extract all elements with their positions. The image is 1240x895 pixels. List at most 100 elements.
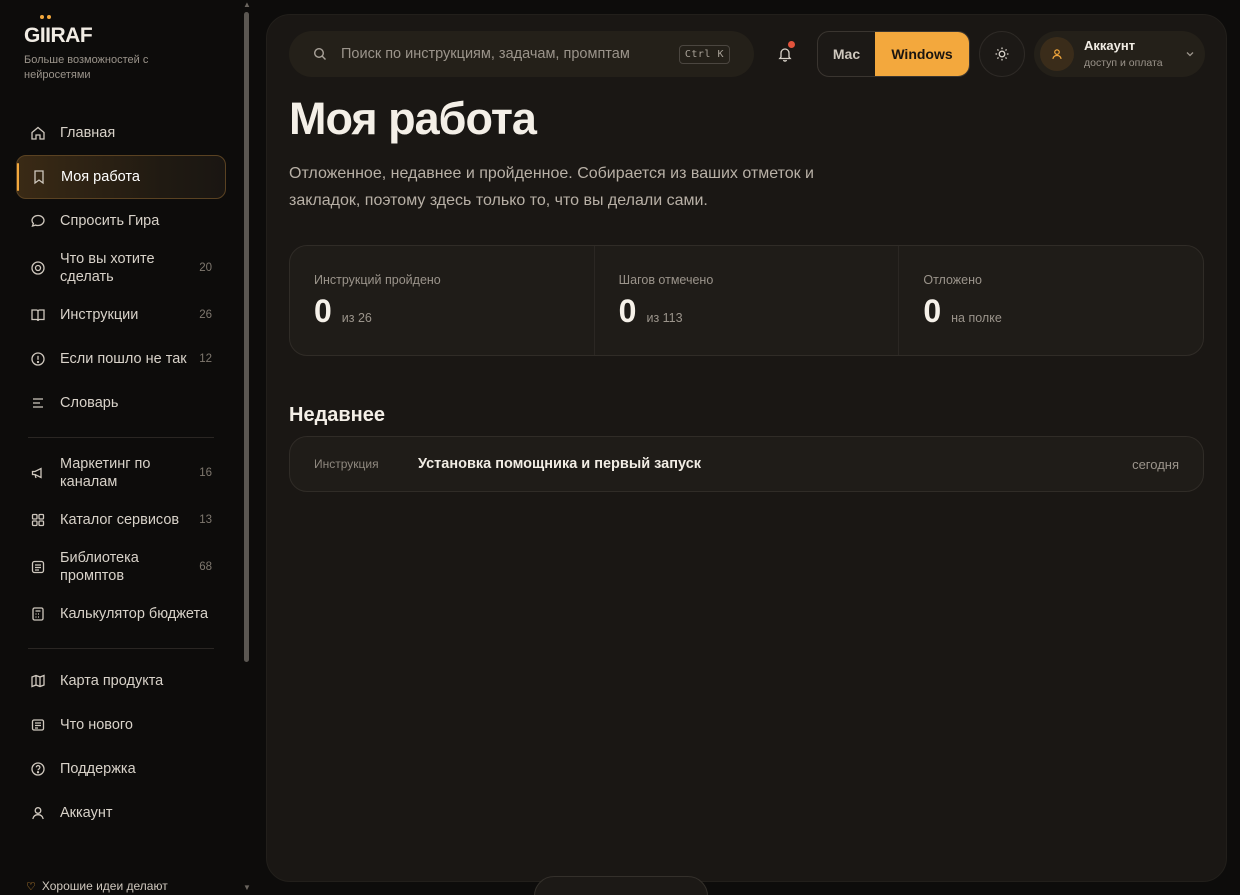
megaphone-icon (30, 465, 46, 481)
home-icon (30, 125, 46, 141)
list-icon (30, 395, 46, 411)
stat-value: 0 (618, 293, 637, 329)
sidebar-item-budget-calculator[interactable]: Калькулятор бюджета (16, 592, 226, 636)
sidebar-item-troubleshooting[interactable]: Если пошло не так 12 (16, 337, 226, 381)
sidebar-item-label: Моя работа (61, 169, 140, 185)
sidebar-item-my-work[interactable]: Моя работа (16, 155, 226, 199)
sidebar-item-label: Калькулятор бюджета (60, 606, 209, 622)
stats-card: Инструкций пройдено 0 из 26 Шагов отмече… (289, 245, 1204, 356)
alert-icon (30, 351, 46, 367)
search-input[interactable] (341, 46, 679, 62)
stat-steps-checked: Шагов отмечено 0 из 113 (595, 246, 900, 355)
stat-value: 0 (314, 293, 332, 329)
news-icon (30, 717, 46, 733)
stat-label: Инструкций пройдено (314, 273, 441, 287)
sidebar-item-account[interactable]: Аккаунт (16, 791, 226, 835)
stat-postponed: Отложено 0 на полке (899, 246, 1203, 355)
user-icon (1051, 48, 1063, 60)
os-mac-button[interactable]: Mac (818, 32, 875, 76)
sidebar-item-label: Каталог сервисов (60, 512, 180, 528)
logo-wordmark: GIIRAF (24, 15, 164, 48)
stat-label: Шагов отмечено (618, 273, 714, 287)
chevron-down-icon (1185, 49, 1195, 59)
user-icon (30, 805, 46, 821)
sidebar-item-support[interactable]: Поддержка (16, 747, 226, 791)
bottom-toolbar[interactable] (534, 876, 708, 895)
sidebar-item-label: Что вы хотите сделать (60, 251, 155, 285)
stat-subtext: из 113 (646, 311, 683, 325)
page-description: Отложенное, недавнее и пройденное. Собир… (289, 165, 814, 209)
search-shortcut-badge: Ctrl K (678, 44, 730, 64)
target-icon (30, 260, 46, 276)
scroll-down-arrow-icon[interactable]: ▼ (243, 883, 251, 892)
avatar (1040, 37, 1074, 71)
recent-item-title: Установка помощника и первый запуск (418, 456, 702, 472)
sidebar-item-label: Инструкции (60, 307, 139, 323)
sidebar-item-count: 68 (199, 561, 212, 573)
sidebar-item-count: 26 (199, 309, 212, 321)
sidebar-item-label: Поддержка (60, 761, 136, 777)
main-panel: Ctrl K Mac Windows Аккаунт доступ и опла… (266, 14, 1227, 882)
os-windows-button[interactable]: Windows (875, 32, 969, 76)
page-title: Моя работа (289, 93, 537, 144)
sidebar-item-label: Словарь (60, 395, 119, 411)
sidebar-item-label: Главная (60, 125, 116, 141)
sidebar-item-what-to-do[interactable]: Что вы хотите сделать 20 (16, 243, 226, 293)
sidebar-item-label: Маркетинг по каналам (60, 456, 151, 490)
calculator-icon (30, 606, 46, 622)
stat-instructions-completed: Инструкций пройдено 0 из 26 (290, 246, 595, 355)
bookmark-icon (31, 169, 47, 185)
search-icon (313, 47, 327, 61)
logo[interactable]: GIIRAF Больше возможностей с нейросетями (24, 15, 164, 83)
sidebar-divider (28, 437, 214, 438)
recent-item-date: сегодня (1132, 456, 1179, 472)
logo-text: GIIRAF (24, 24, 93, 47)
sidebar-item-label: Аккаунт (60, 805, 113, 821)
account-subtitle: доступ и оплата (1084, 57, 1163, 69)
sidebar-scrollbar[interactable] (244, 12, 249, 662)
sidebar: GIIRAF Больше возможностей с нейросетями… (0, 0, 256, 895)
recent-section-title: Недавнее (289, 404, 386, 426)
sidebar-item-label: Карта продукта (60, 673, 164, 689)
sidebar-item-count: 13 (199, 514, 212, 526)
sidebar-footer: ♡ Хорошие идеи делают (26, 879, 168, 893)
map-icon (30, 673, 46, 689)
recent-item-type: Инструкция (314, 457, 379, 471)
sidebar-item-count: 16 (199, 467, 212, 479)
stat-subtext: на полке (951, 311, 1002, 325)
recent-item[interactable]: Инструкция Установка помощника и первый … (289, 436, 1204, 492)
account-menu[interactable]: Аккаунт доступ и оплата (1034, 31, 1205, 77)
sidebar-item-ask-gir[interactable]: Спросить Гира (16, 199, 226, 243)
sidebar-item-glossary[interactable]: Словарь (16, 381, 226, 425)
notifications-button[interactable] (772, 41, 798, 67)
sidebar-item-label: Библиотека промптов (60, 550, 139, 584)
sun-icon (994, 46, 1010, 62)
document-icon (30, 559, 46, 575)
scroll-up-arrow-icon[interactable]: ▲ (243, 0, 251, 9)
sidebar-item-whats-new[interactable]: Что нового (16, 703, 226, 747)
sidebar-item-prompt-library[interactable]: Библиотека промптов 68 (16, 542, 226, 592)
search-bar[interactable]: Ctrl K (289, 31, 754, 77)
grid-icon (30, 512, 46, 528)
sidebar-divider (28, 648, 214, 649)
logo-tagline: Больше возможностей с нейросетями (24, 54, 149, 81)
sidebar-item-count: 12 (199, 353, 212, 365)
sidebar-item-catalog[interactable]: Каталог сервисов 13 (16, 498, 226, 542)
sidebar-item-instructions[interactable]: Инструкции 26 (16, 293, 226, 337)
sidebar-item-home[interactable]: Главная (16, 111, 226, 155)
sidebar-item-label: Что нового (60, 717, 133, 733)
help-icon (30, 761, 46, 777)
sidebar-item-count: 20 (199, 262, 212, 274)
account-text: Аккаунт доступ и оплата (1084, 38, 1185, 70)
stat-label: Отложено (923, 273, 982, 287)
os-toggle: Mac Windows (817, 31, 970, 77)
theme-toggle-button[interactable] (979, 31, 1025, 77)
account-title: Аккаунт (1084, 38, 1136, 53)
sidebar-item-marketing[interactable]: Маркетинг по каналам 16 (16, 448, 226, 498)
logo-dots-icon (40, 15, 51, 19)
notification-dot (788, 41, 795, 48)
stat-subtext: из 26 (341, 311, 372, 325)
sidebar-item-label: Если пошло не так (60, 351, 187, 367)
sidebar-item-product-map[interactable]: Карта продукта (16, 659, 226, 703)
sidebar-nav: Главная Моя работа Спросить Гира Что вы … (16, 111, 226, 835)
